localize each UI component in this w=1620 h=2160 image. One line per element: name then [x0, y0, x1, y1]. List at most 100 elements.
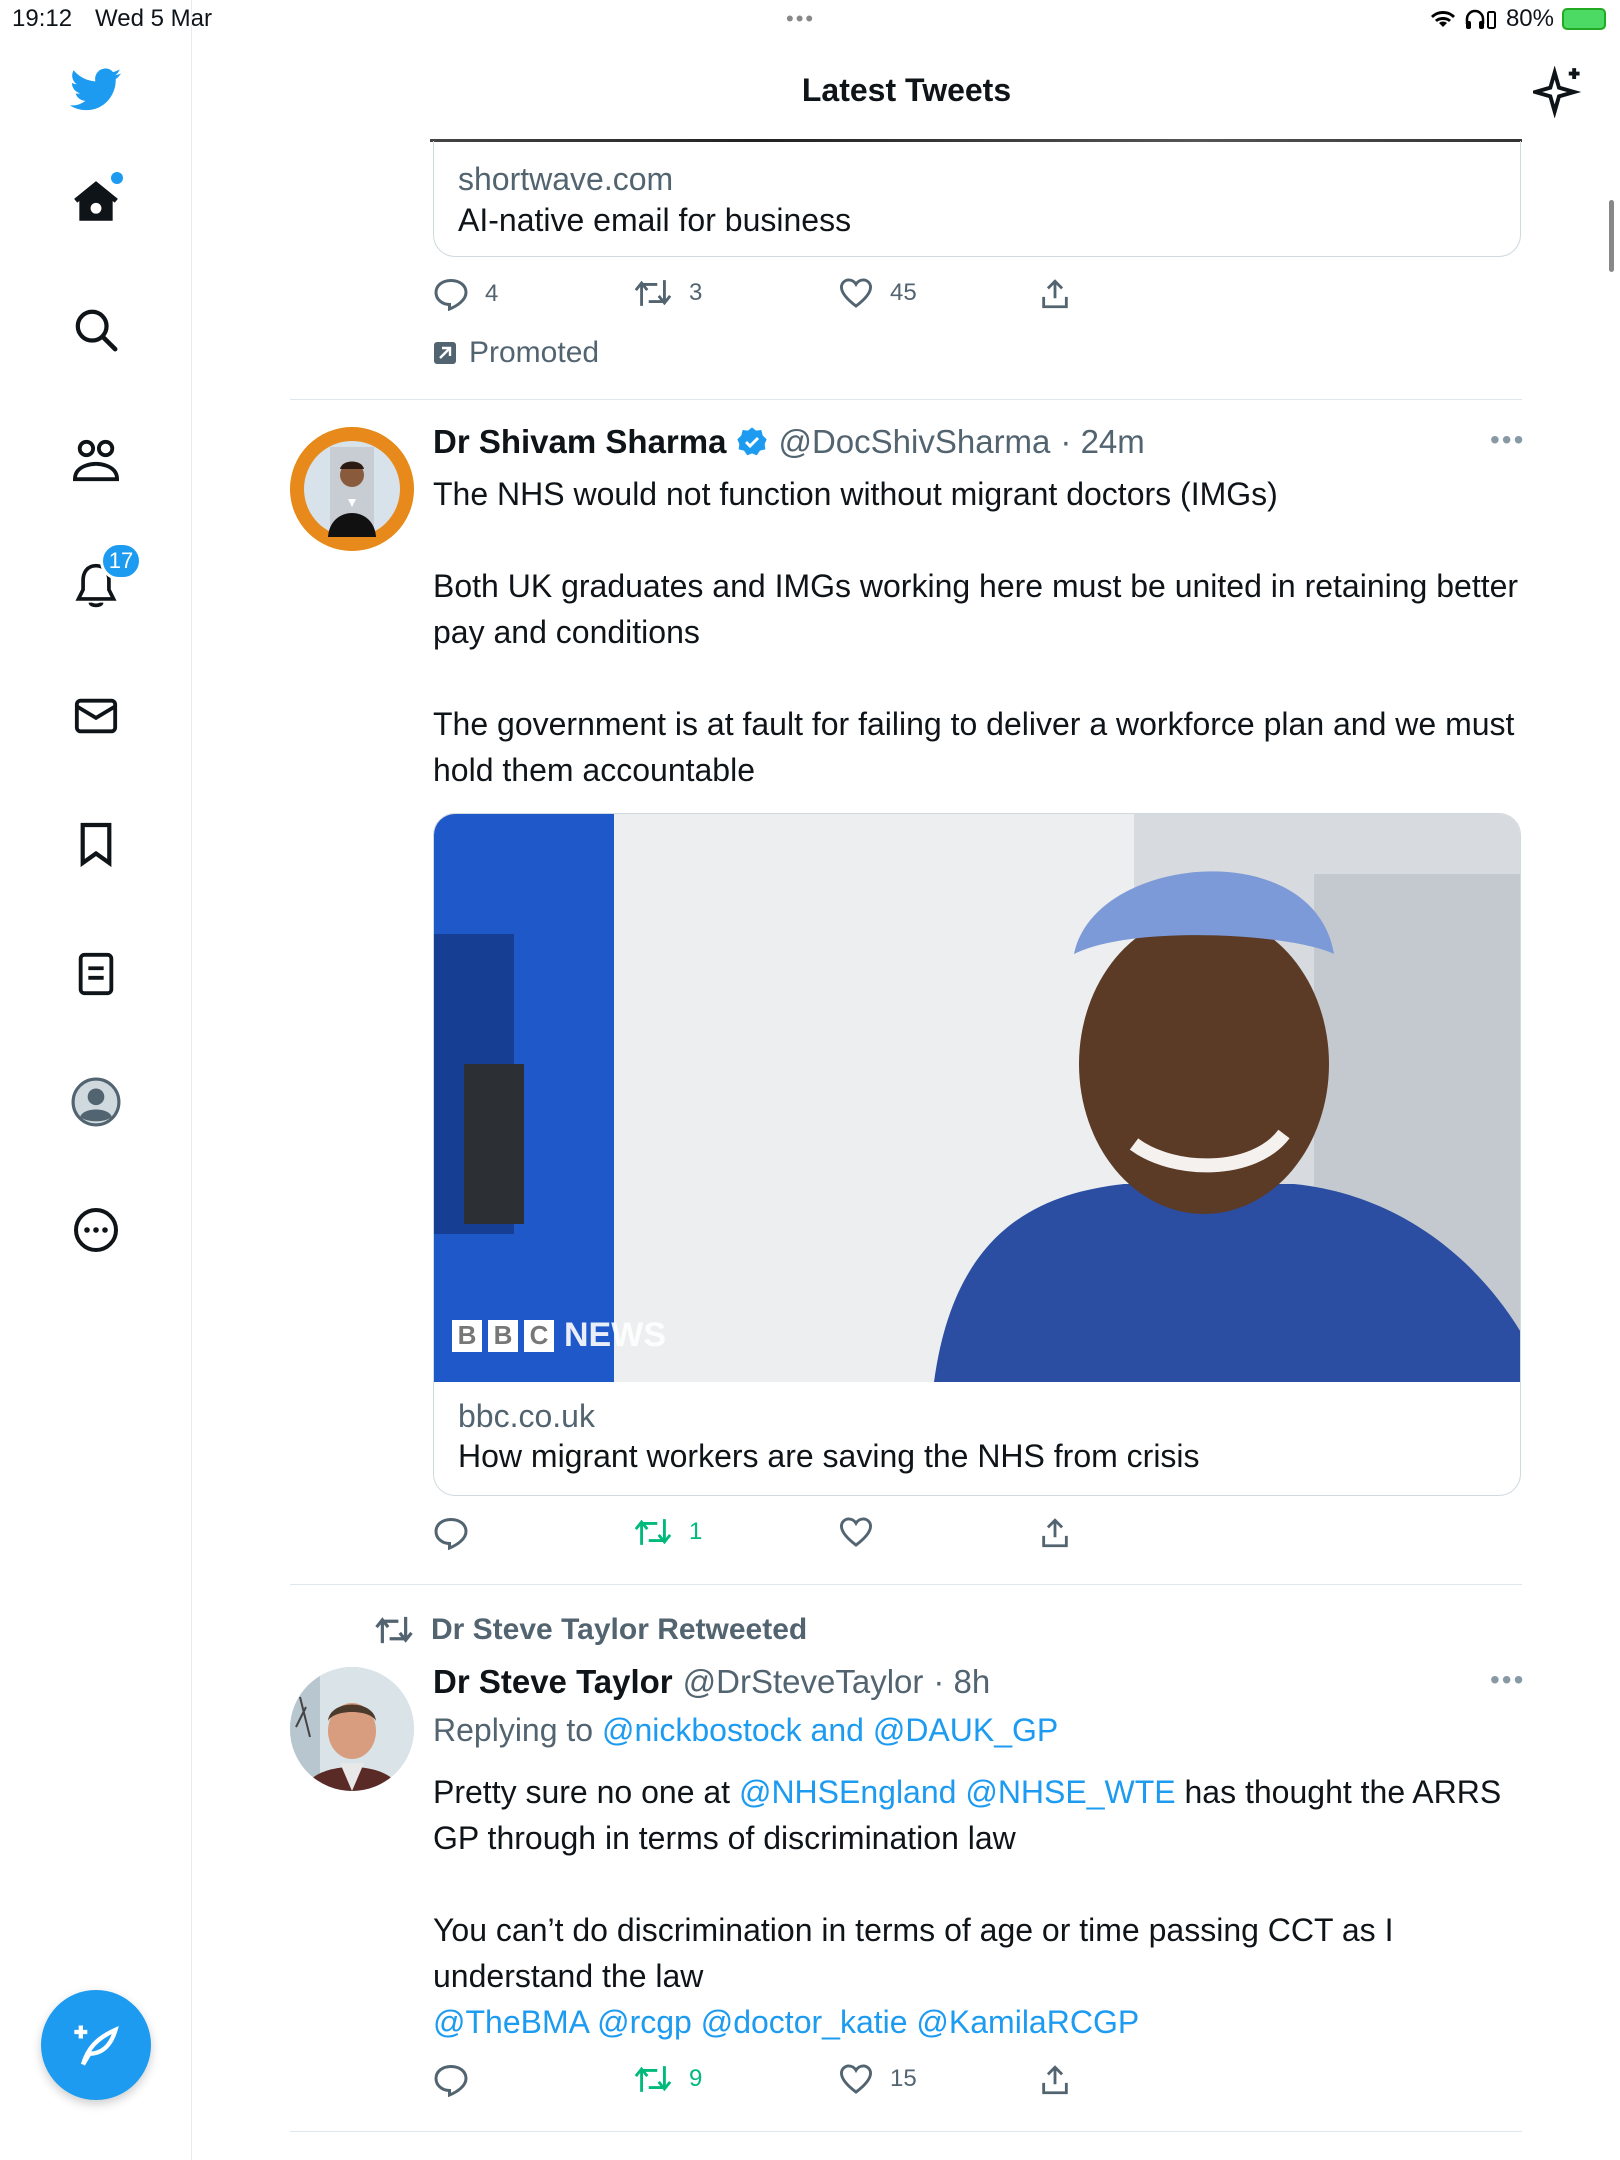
replying-to-label: Replying to: [433, 1712, 594, 1748]
more-options-icon[interactable]: [66, 1200, 126, 1260]
scrollbar[interactable]: [1609, 200, 1614, 272]
tweet-divider: [290, 1584, 1522, 1585]
promoted-label-row: Promoted: [433, 336, 599, 370]
tweet2-mention-nhs[interactable]: @NHSEngland @NHSE_WTE: [739, 1774, 1176, 1810]
retweeted-by-label: Dr Steve Taylor Retweeted: [431, 1613, 808, 1646]
tweet-divider: [290, 2131, 1522, 2132]
compose-tweet-button[interactable]: [41, 1990, 151, 2100]
tweet1-more-options-icon[interactable]: •••: [1490, 424, 1525, 456]
tweet1-article-image: B B C NEWS: [434, 814, 1520, 1382]
tweet1-handle[interactable]: @DocShivSharma: [778, 423, 1050, 461]
bbc-logo-letter-b1: B: [452, 1319, 482, 1352]
compose-feather-icon: [74, 2025, 119, 2066]
tweet2-more-options-icon[interactable]: •••: [1490, 1664, 1525, 1696]
reply-icon: [434, 1517, 468, 1550]
tweet1-link-card[interactable]: B B C NEWS bbc.co.uk How migrant workers…: [433, 813, 1521, 1496]
promo-link-card[interactable]: shortwave.com AI-native email for busine…: [433, 141, 1521, 257]
page-title: Latest Tweets: [801, 72, 1012, 108]
avatar[interactable]: [290, 427, 414, 551]
tweet1-header: Dr Shivam Sharma @DocShivSharma · 24m: [433, 423, 1145, 461]
news-watermark-text: NEWS: [564, 1316, 666, 1354]
retweet-count: 9: [689, 2065, 703, 2092]
messages-icon[interactable]: [66, 686, 126, 746]
notification-badge: 17: [100, 542, 142, 580]
like-count: 45: [890, 279, 917, 306]
retweet-icon: [634, 280, 672, 306]
reply-button[interactable]: [433, 1516, 469, 1550]
tweet2-author-name[interactable]: Dr Steve Taylor: [433, 1663, 673, 1701]
share-icon: [1042, 1518, 1068, 1548]
search-icon[interactable]: [66, 300, 126, 360]
retweet-icon: [634, 1519, 672, 1545]
tweet1-action-bar: 1: [433, 1516, 1068, 1556]
bbc-logo-letter-c: C: [524, 1319, 554, 1352]
bbc-news-watermark: B B C NEWS: [452, 1316, 666, 1355]
wifi-icon: [1430, 11, 1455, 27]
lists-icon[interactable]: [66, 944, 126, 1004]
promoted-label: Promoted: [469, 336, 600, 369]
tweet2-text-part1: Pretty sure no one at: [433, 1774, 739, 1810]
sidebar: 17: [0, 0, 192, 2160]
tweet2-text: Pretty sure no one at @NHSEngland @NHSE_…: [433, 1769, 1523, 2045]
status-bar: 19:12 Wed 5 Mar ••• 80%: [0, 0, 1620, 40]
share-icon: [1042, 2065, 1068, 2095]
tweet-divider: [290, 399, 1522, 400]
like-button[interactable]: [838, 1516, 874, 1548]
retweet-button[interactable]: 1: [633, 1516, 702, 1548]
like-button[interactable]: 45: [838, 277, 917, 309]
promo-action-bar: 4 3 45: [433, 277, 1068, 317]
heart-icon: [839, 2064, 873, 2094]
share-button[interactable]: [1038, 277, 1072, 311]
heart-icon: [839, 1517, 873, 1547]
battery-icon: [1562, 8, 1606, 30]
tweet2-timestamp[interactable]: · 8h: [933, 1663, 990, 1701]
tweet1-card-domain: bbc.co.uk: [458, 1398, 595, 1434]
share-button[interactable]: [1038, 2063, 1072, 2097]
share-button[interactable]: [1038, 1516, 1072, 1550]
reply-count: 4: [485, 280, 499, 307]
heart-icon: [839, 278, 873, 308]
verified-badge-icon: [737, 427, 768, 456]
multitasking-dots-icon[interactable]: •••: [786, 6, 815, 32]
retweet-button[interactable]: 3: [633, 277, 702, 309]
like-button[interactable]: 15: [838, 2063, 917, 2095]
shivam-avatar-image: [290, 427, 414, 551]
notifications-bell-icon[interactable]: 17: [66, 542, 142, 616]
promoted-arrow-icon: [434, 342, 456, 364]
profile-avatar-icon[interactable]: [66, 1072, 126, 1132]
reply-icon: [434, 278, 468, 311]
bbc-logo-letter-b2: B: [488, 1319, 518, 1352]
sparkle-timeline-icon[interactable]: [1533, 66, 1585, 118]
headphones-icon: [1465, 9, 1496, 29]
tweet1-author-name[interactable]: Dr Shivam Sharma: [433, 423, 726, 461]
communities-icon[interactable]: [66, 430, 126, 490]
promo-card-domain: shortwave.com: [458, 161, 674, 197]
status-right: 80%: [1430, 5, 1606, 33]
like-count: 15: [890, 2065, 917, 2092]
replying-to-row: Replying to @nickbostock and @DAUK_GP: [433, 1712, 1058, 1749]
retweet-icon: [634, 2066, 672, 2092]
retweeted-by-row[interactable]: Dr Steve Taylor Retweeted: [373, 1613, 807, 1647]
retweet-button[interactable]: 9: [633, 2063, 702, 2095]
tweet1-timestamp[interactable]: · 24m: [1060, 423, 1144, 461]
tweet1-card-title: How migrant workers are saving the NHS f…: [458, 1438, 1200, 1474]
tweet1-text: The NHS would not function without migra…: [433, 476, 1519, 788]
replying-to-users[interactable]: @nickbostock and @DAUK_GP: [602, 1712, 1058, 1748]
top-header: Latest Tweets: [193, 40, 1620, 140]
home-icon[interactable]: [66, 172, 126, 232]
bookmarks-icon[interactable]: [66, 814, 126, 874]
doctor-photo: [434, 814, 1520, 1382]
twitter-logo-icon[interactable]: [66, 60, 126, 120]
share-icon: [1042, 279, 1068, 309]
home-unread-dot: [111, 172, 123, 184]
steve-avatar-image: [290, 1667, 414, 1791]
avatar[interactable]: [290, 1667, 414, 1791]
retweet-count: 1: [689, 1518, 703, 1545]
reply-button[interactable]: [433, 2063, 469, 2097]
tweet2-handle[interactable]: @DrSteveTaylor: [683, 1663, 924, 1701]
reply-icon: [434, 2064, 468, 2097]
battery-percent: 80%: [1505, 5, 1554, 32]
reply-button[interactable]: 4: [433, 277, 498, 311]
tweet2-mentions-line[interactable]: @TheBMA @rcgp @doctor_katie @KamilaRCGP: [433, 2004, 1139, 2040]
promo-card-title: AI-native email for business: [458, 202, 852, 238]
